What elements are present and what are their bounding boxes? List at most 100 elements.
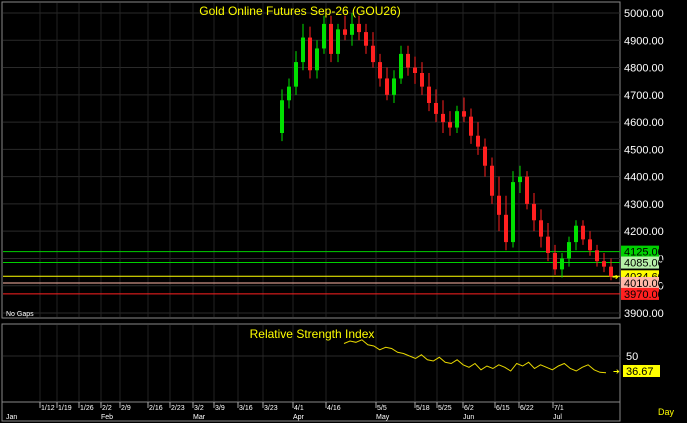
candle-body [462, 111, 466, 117]
candle-body [553, 253, 557, 270]
x-month-tick-label: Apr [293, 414, 305, 421]
candle-body [413, 67, 417, 73]
x-axis-end-label: Day [658, 407, 675, 417]
price-panel: 5000.00 4900.00 4800.00 4700.00 4600.00 4500.… [1, 1, 664, 320]
horizontal-line-label: 4085.00 [624, 258, 664, 270]
candle-body [301, 37, 305, 63]
candle-body [588, 239, 592, 251]
x-week-tick-label: 1/19 [58, 405, 72, 412]
candle-body [602, 261, 606, 267]
candle-body [525, 176, 529, 204]
candle-body [280, 100, 284, 133]
x-week-tick-label: 2/2 [102, 405, 112, 412]
x-week-tick-label: 3/2 [194, 405, 204, 412]
x-week-tick-label: 7/1 [554, 405, 564, 412]
candle-body [350, 23, 354, 35]
price-y-tick-label: 3900.00 [624, 308, 664, 320]
price-chart-title: Gold Online Futures Sep-26 (GOU26) [199, 4, 400, 18]
candle-body [378, 62, 382, 79]
price-y-tick-label: 4200.00 [624, 226, 664, 238]
horizontal-line-label: 3970.00 [624, 289, 664, 301]
candle-body [329, 23, 333, 54]
candle-body [567, 242, 571, 259]
candle-body [357, 23, 361, 33]
candle-body [511, 182, 515, 243]
candle [511, 171, 515, 248]
candle-body [490, 165, 494, 196]
x-month-tick-label: Jun [463, 414, 474, 421]
x-week-tick-label: 1/26 [80, 405, 94, 412]
candle-body [322, 23, 326, 49]
x-week-tick-label: 4/1 [294, 405, 304, 412]
price-y-tick-label: 4700.00 [624, 90, 664, 102]
x-axis: 1/12 1/19 1/26 2/2 2/9 2/16 2/23 3/2 3/9 3/16 3/23… [1, 401, 675, 422]
candle-body [315, 48, 319, 71]
x-month-tick-label: Feb [101, 414, 113, 421]
candle-body [518, 176, 522, 183]
x-month-tick-label: Jul [553, 414, 562, 421]
rsi-last-value-label: 36.67 [626, 366, 654, 378]
candle-body [434, 103, 438, 114]
candle-body [469, 116, 473, 136]
candle-body [364, 32, 368, 46]
candle-body [483, 146, 487, 166]
x-week-tick-label: 6/2 [464, 405, 474, 412]
candle-body [497, 195, 501, 215]
x-week-tick-label: 3/16 [239, 405, 253, 412]
candle-body [448, 122, 452, 128]
candle-body [581, 225, 585, 240]
candle-body [595, 250, 599, 262]
x-month-tick-label: May [376, 414, 390, 421]
price-y-tick-label: 4400.00 [624, 172, 664, 184]
x-week-tick-label: 5/5 [377, 405, 387, 412]
candle-body [336, 29, 340, 54]
candle-body [504, 214, 508, 243]
x-week-tick-label: 6/15 [496, 405, 510, 412]
price-y-tick-label: 4900.00 [624, 35, 664, 47]
candle-body [392, 78, 396, 95]
candle-body [406, 53, 410, 68]
candle-body [287, 86, 291, 101]
x-week-tick-label: 3/23 [264, 405, 278, 412]
candle-body [539, 220, 543, 237]
rsi-panel: Relative Strength Index 50 36.67 ➔ [1, 323, 660, 403]
candle-body [546, 236, 550, 253]
x-week-tick-label: 5/18 [416, 405, 430, 412]
rsi-y-tick-50: 50 [626, 351, 638, 363]
last-price-arrow: ➔ [612, 272, 619, 281]
price-y-tick-label: 4800.00 [624, 63, 664, 75]
rsi-last-value-arrow: ➔ [613, 367, 620, 376]
candle-body [385, 78, 389, 95]
candle-body [574, 225, 578, 243]
x-week-tick-label: 1/12 [41, 405, 55, 412]
x-week-tick-label: 6/22 [520, 405, 534, 412]
candle-body [455, 111, 459, 128]
candle [525, 171, 529, 210]
candle-body [560, 258, 564, 270]
rsi-title: Relative Strength Index [250, 327, 375, 341]
x-week-tick-label: 4/16 [327, 405, 341, 412]
x-month-tick-label: Mar [193, 414, 206, 421]
candle-body [532, 203, 536, 221]
price-y-tick-label: 4600.00 [624, 117, 664, 129]
x-week-tick-label: 3/9 [215, 405, 225, 412]
candle-body [427, 86, 431, 103]
x-week-tick-label: 2/23 [171, 405, 185, 412]
candle-body [294, 62, 298, 87]
x-week-tick-label: 5/25 [438, 405, 452, 412]
x-week-tick-label: 2/9 [121, 405, 131, 412]
candle-body [308, 37, 312, 71]
price-y-tick-label: 4300.00 [624, 199, 664, 211]
x-week-tick-label: 2/16 [149, 405, 163, 412]
candle-body [420, 73, 424, 87]
candle-body [441, 113, 445, 123]
no-gaps-note: No Gaps [6, 311, 34, 318]
futures-chart: 5000.00 4900.00 4800.00 4700.00 4600.00 4500.… [1, 1, 675, 422]
candle-body [399, 53, 403, 79]
candle-body [343, 29, 347, 35]
price-y-tick-label: 4500.00 [624, 144, 664, 156]
candle-body [371, 45, 375, 63]
x-month-tick-label: Jan [6, 414, 17, 421]
price-y-tick-label: 5000.00 [624, 8, 664, 20]
candle-body [476, 135, 480, 147]
